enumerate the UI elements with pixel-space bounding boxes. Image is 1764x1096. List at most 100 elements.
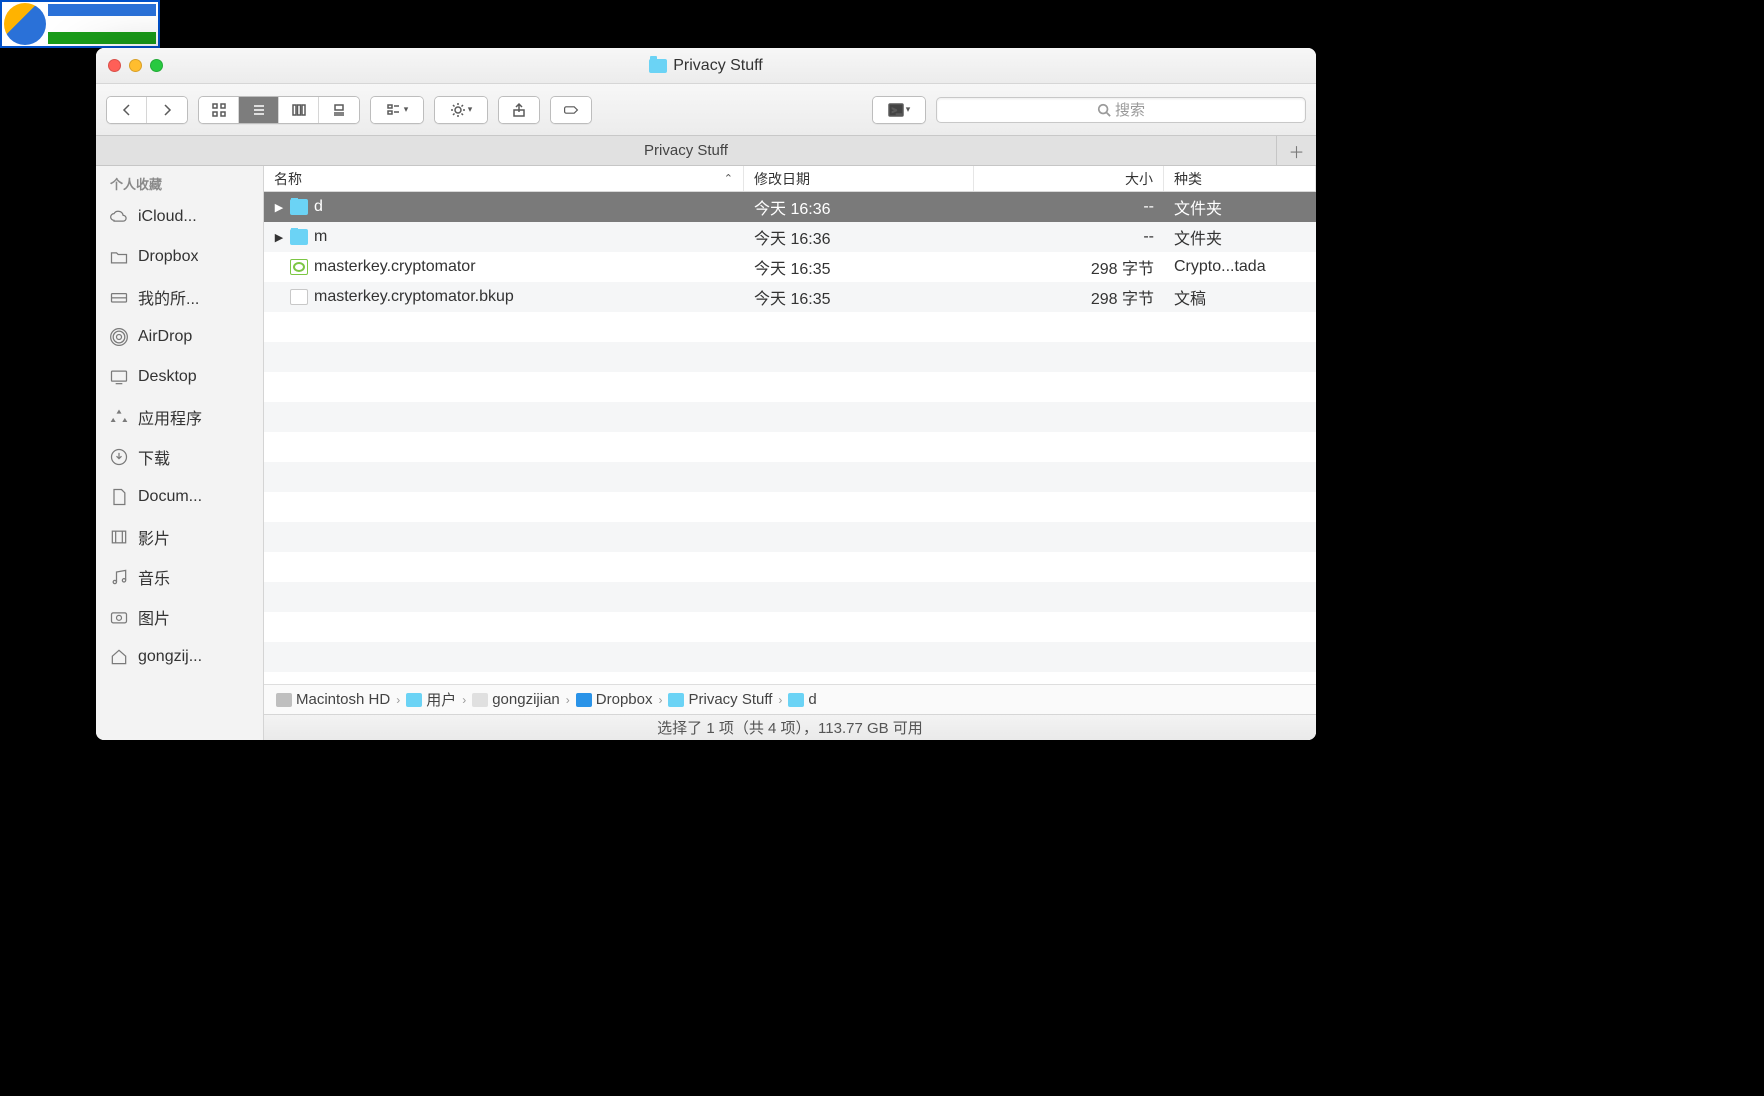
file-row[interactable]: masterkey.cryptomator今天 16:35298 字节Crypt… <box>264 252 1316 282</box>
download-icon <box>108 446 130 468</box>
sidebar: 个人收藏 iCloud... Dropbox 我的所... AirDrop De… <box>96 166 264 740</box>
home-icon <box>108 646 130 668</box>
column-view-button[interactable] <box>279 97 319 123</box>
file-rows[interactable]: ▶d今天 16:36--文件夹▶m今天 16:36--文件夹masterkey.… <box>264 192 1316 684</box>
tab-bar: Privacy Stuff ＋ <box>96 136 1316 166</box>
path-crumb[interactable]: Dropbox <box>576 691 653 708</box>
chevron-right-icon: › <box>462 693 466 707</box>
path-crumb[interactable]: gongzijian <box>472 691 560 708</box>
status-text: 选择了 1 项（共 4 项），113.77 GB 可用 <box>657 717 923 738</box>
path-crumb[interactable]: Macintosh HD <box>276 691 390 708</box>
file-row[interactable]: ▶d今天 16:36--文件夹 <box>264 192 1316 222</box>
icon-view-button[interactable] <box>199 97 239 123</box>
path-bar: Macintosh HD › 用户 › gongzijian › Dropbox › Priva… <box>264 684 1316 714</box>
dropbox-icon <box>576 693 592 707</box>
file-row[interactable]: masterkey.cryptomator.bkup今天 16:35298 字节… <box>264 282 1316 312</box>
folder-icon <box>649 59 667 73</box>
empty-row <box>264 432 1316 462</box>
empty-row <box>264 402 1316 432</box>
crumb-label: d <box>808 691 816 708</box>
new-tab-button[interactable]: ＋ <box>1276 136 1316 166</box>
list-view-button[interactable] <box>239 97 279 123</box>
file-size: -- <box>974 228 1164 246</box>
document-icon <box>108 486 130 508</box>
chevron-right-icon: › <box>658 693 662 707</box>
sidebar-item-myfiles[interactable]: 我的所... <box>96 277 263 317</box>
hdd-icon <box>276 693 292 707</box>
disclosure-triangle-icon[interactable]: ▶ <box>274 231 284 244</box>
sidebar-item-dropbox[interactable]: Dropbox <box>96 237 263 277</box>
svg-text:>_: >_ <box>892 106 902 115</box>
file-name: d <box>314 198 323 216</box>
file-date: 今天 16:35 <box>744 255 974 279</box>
view-mode-buttons <box>198 96 360 124</box>
file-kind: 文稿 <box>1164 285 1316 309</box>
sidebar-item-home[interactable]: gongzij... <box>96 637 263 677</box>
home-icon <box>472 693 488 707</box>
tab-privacy-stuff[interactable]: Privacy Stuff <box>96 136 1276 166</box>
chevron-right-icon: › <box>566 693 570 707</box>
search-input[interactable]: 搜索 <box>936 97 1306 123</box>
path-crumb[interactable]: Privacy Stuff <box>668 691 772 708</box>
terminal-button[interactable]: >_▾ <box>873 97 925 123</box>
sidebar-item-pictures[interactable]: 图片 <box>96 597 263 637</box>
tags-button[interactable] <box>551 97 591 123</box>
back-button[interactable] <box>107 97 147 123</box>
toolbar: ▾ ▾ >_▾ 搜索 <box>96 84 1316 136</box>
sidebar-item-airdrop[interactable]: AirDrop <box>96 317 263 357</box>
sidebar-item-downloads[interactable]: 下载 <box>96 437 263 477</box>
sidebar-item-movies[interactable]: 影片 <box>96 517 263 557</box>
sidebar-item-music[interactable]: 音乐 <box>96 557 263 597</box>
forward-button[interactable] <box>147 97 187 123</box>
file-kind: Crypto...tada <box>1164 258 1316 276</box>
file-kind: 文件夹 <box>1164 195 1316 219</box>
disclosure-triangle-icon[interactable]: ▶ <box>274 201 284 214</box>
camera-icon <box>108 606 130 628</box>
empty-row <box>264 462 1316 492</box>
file-row[interactable]: ▶m今天 16:36--文件夹 <box>264 222 1316 252</box>
airdrop-icon <box>108 326 130 348</box>
sort-indicator-icon: ⌃ <box>724 172 733 185</box>
crypt-icon <box>290 259 308 275</box>
file-name: masterkey.cryptomator.bkup <box>314 288 514 306</box>
file-name: m <box>314 228 327 246</box>
file-list-view: 名称⌃ 修改日期 大小 种类 ▶d今天 16:36--文件夹▶m今天 16:36… <box>264 166 1316 740</box>
apps-icon <box>108 406 130 428</box>
sidebar-item-documents[interactable]: Docum... <box>96 477 263 517</box>
coverflow-view-button[interactable] <box>319 97 359 123</box>
file-size: 298 字节 <box>974 255 1164 279</box>
sidebar-item-icloud[interactable]: iCloud... <box>96 197 263 237</box>
sidebar-item-applications[interactable]: 应用程序 <box>96 397 263 437</box>
file-date: 今天 16:36 <box>744 225 974 249</box>
search-icon <box>1097 103 1111 117</box>
column-headers: 名称⌃ 修改日期 大小 种类 <box>264 166 1316 192</box>
status-bar: 选择了 1 项（共 4 项），113.77 GB 可用 <box>264 714 1316 740</box>
folder-icon <box>290 199 308 215</box>
search-placeholder: 搜索 <box>1115 99 1145 120</box>
sidebar-item-desktop[interactable]: Desktop <box>96 357 263 397</box>
folder-icon <box>290 229 308 245</box>
column-header-kind[interactable]: 种类 <box>1164 166 1316 191</box>
column-header-date[interactable]: 修改日期 <box>744 166 974 191</box>
titlebar[interactable]: Privacy Stuff <box>96 48 1316 84</box>
column-header-name[interactable]: 名称⌃ <box>264 166 744 191</box>
empty-row <box>264 642 1316 672</box>
empty-row <box>264 342 1316 372</box>
folder-s-icon <box>788 693 804 707</box>
empty-row <box>264 582 1316 612</box>
desktop-icon <box>108 366 130 388</box>
drive-icon <box>108 286 130 308</box>
sidebar-heading-favorites: 个人收藏 <box>96 166 263 197</box>
crumb-label: Dropbox <box>596 691 653 708</box>
action-button[interactable]: ▾ <box>435 97 487 123</box>
crumb-label: Privacy Stuff <box>688 691 772 708</box>
chevron-right-icon: › <box>396 693 400 707</box>
share-button[interactable] <box>499 97 539 123</box>
path-crumb[interactable]: d <box>788 691 816 708</box>
file-size: 298 字节 <box>974 285 1164 309</box>
column-header-size[interactable]: 大小 <box>974 166 1164 191</box>
empty-row <box>264 522 1316 552</box>
arrange-button[interactable]: ▾ <box>371 97 423 123</box>
music-icon <box>108 566 130 588</box>
path-crumb[interactable]: 用户 <box>406 689 456 710</box>
